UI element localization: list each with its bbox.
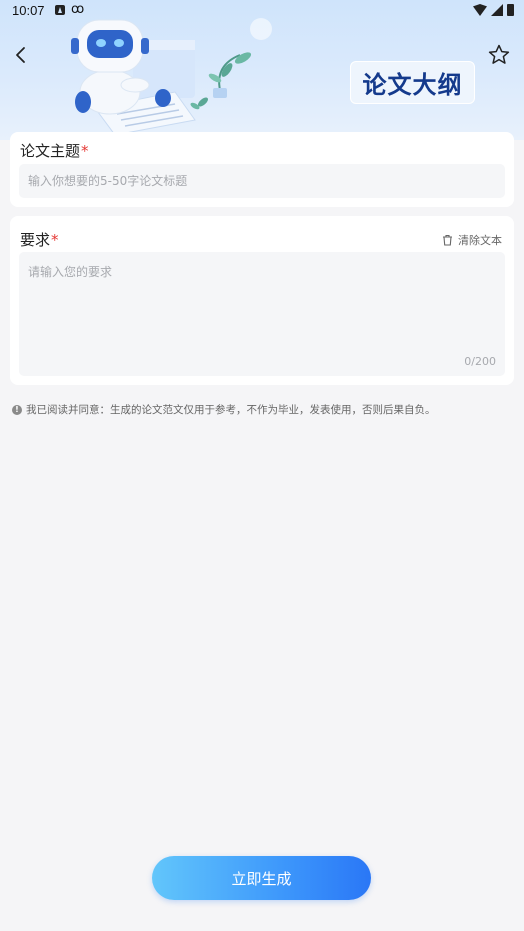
topic-input[interactable]: 输入你想要的5-50字论文标题 <box>19 164 505 198</box>
page-title: 论文大纲 <box>350 61 475 104</box>
required-mark: * <box>51 231 59 249</box>
info-icon: ! <box>12 404 22 415</box>
requirements-placeholder: 请输入您的要求 <box>28 265 113 279</box>
required-mark: * <box>81 142 89 160</box>
topic-card: 论文主题* 输入你想要的5-50字论文标题 <box>10 132 514 207</box>
generate-button-label: 立即生成 <box>231 869 292 888</box>
favorite-button[interactable] <box>486 42 512 68</box>
robot-illustration <box>71 19 252 135</box>
status-time: 10:07 <box>12 3 45 18</box>
battery-icon <box>507 4 514 16</box>
wifi-icon <box>473 4 487 16</box>
disclaimer-notice: ! 我已阅读并同意：生成的论文范文仅用于参考，不作为毕业，发表使用，否则后果自负… <box>12 402 436 417</box>
status-indicators <box>473 4 514 16</box>
disclaimer-text: 我已阅读并同意：生成的论文范文仅用于参考，不作为毕业，发表使用，否则后果自负。 <box>26 404 436 416</box>
clear-text-label: 清除文本 <box>458 234 502 247</box>
topic-label: 论文主题* <box>20 140 89 161</box>
char-counter: 0/200 <box>464 355 496 368</box>
header-banner: 10:07 ꝏ 论文大纲 <box>0 0 524 140</box>
requirements-label: 要求* <box>20 229 59 250</box>
chevron-left-icon <box>16 47 25 63</box>
requirements-label-text: 要求 <box>20 231 51 249</box>
signal-icon <box>491 4 503 16</box>
topic-input-placeholder: 输入你想要的5-50字论文标题 <box>28 174 188 188</box>
topic-label-text: 论文主题 <box>20 142 81 160</box>
back-button[interactable] <box>8 42 34 68</box>
trash-icon <box>443 234 452 246</box>
requirements-card: 要求* 清除文本 请输入您的要求 0/200 <box>10 216 514 385</box>
requirements-textarea[interactable]: 请输入您的要求 0/200 <box>19 252 505 376</box>
star-icon <box>488 44 510 64</box>
clear-text-button[interactable]: 清除文本 <box>442 232 502 248</box>
generate-button[interactable]: 立即生成 <box>152 856 371 900</box>
